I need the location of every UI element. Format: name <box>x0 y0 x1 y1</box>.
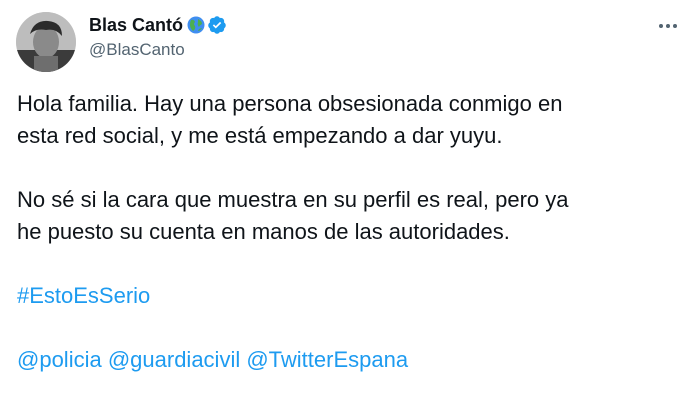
mentions-paragraph: @policia @guardiacivil @TwitterEspana <box>17 344 677 376</box>
tweet-text: Hola familia. Hay una persona obsesionad… <box>17 88 677 376</box>
tweet-paragraph-1: Hola familia. Hay una persona obsesionad… <box>17 91 563 148</box>
user-handle[interactable]: @BlasCanto <box>89 40 227 60</box>
hashtag-link[interactable]: #EstoEsSerio <box>17 283 150 308</box>
author-info: Blas Cantó @BlasCanto <box>89 13 227 60</box>
verified-badge-icon <box>207 15 227 35</box>
avatar-photo <box>16 12 76 72</box>
hashtag-paragraph: #EstoEsSerio <box>17 280 677 312</box>
globe-emoji-icon <box>187 16 205 34</box>
mention-link[interactable]: @guardiacivil <box>108 347 240 372</box>
display-name[interactable]: Blas Cantó <box>89 15 183 36</box>
name-row: Blas Cantó <box>89 13 227 37</box>
mention-link[interactable]: @policia <box>17 347 102 372</box>
tweet-card: Blas Cantó @BlasCanto Hola familia. Hay … <box>0 0 700 413</box>
mention-link[interactable]: @TwitterEspana <box>246 347 408 372</box>
avatar[interactable] <box>16 12 76 72</box>
more-options-icon[interactable] <box>656 18 680 28</box>
tweet-paragraph-2: No sé si la cara que muestra en su perfi… <box>17 187 569 244</box>
